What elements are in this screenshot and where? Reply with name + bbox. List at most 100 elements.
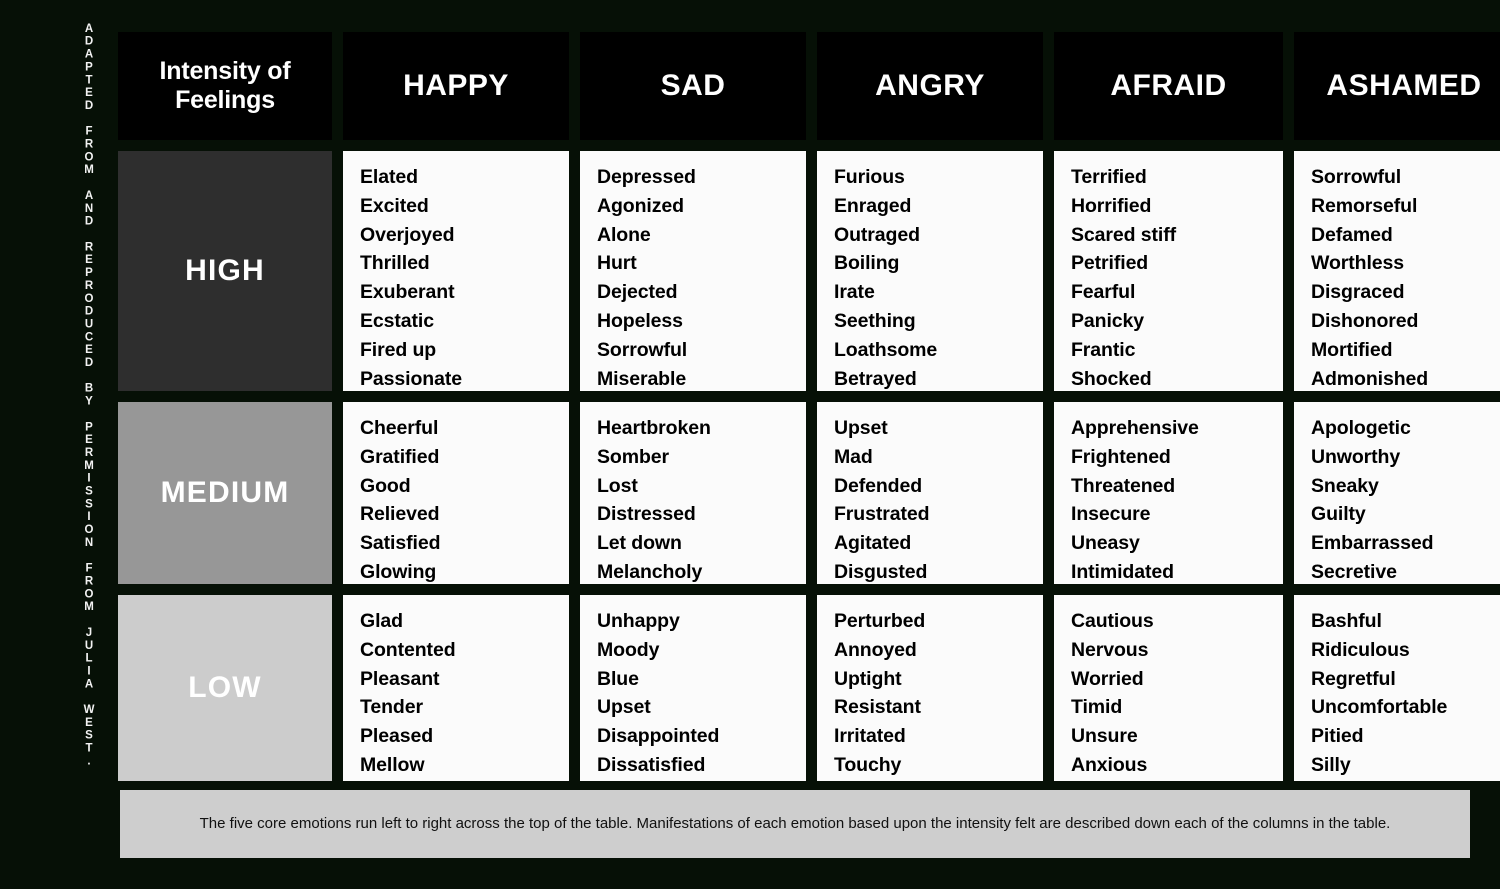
feeling-word: Uncomfortable xyxy=(1311,696,1448,719)
feeling-word: Worried xyxy=(1071,667,1144,690)
feeling-word: Passionate xyxy=(360,367,462,390)
feeling-word: Melancholy xyxy=(597,560,703,583)
cell-high-angry: Furious Enraged Outraged Boiling Irate Seethi… xyxy=(817,151,1043,391)
word-list-high-happy: Elated Excited Overjoyed Thrilled Exuberant E… xyxy=(360,163,569,393)
feeling-word: Secretive xyxy=(1311,560,1397,583)
column-header-ashamed-label: ASHAMED xyxy=(1326,69,1482,102)
feeling-word: Glad xyxy=(360,610,403,632)
cell-low-angry: Perturbed Annoyed Uptight Resistant Irritate… xyxy=(817,595,1043,781)
feeling-word: Somber xyxy=(597,445,670,468)
credit-text: ADAPTED FROM AND REPRODUCED BY PERMISSIO… xyxy=(83,22,95,769)
cell-medium-angry: Upset Mad Defended Frustrated Agitated Disgus… xyxy=(817,402,1043,584)
corner-header-line2: Feelings xyxy=(175,86,275,114)
feeling-word: Silly xyxy=(1311,753,1351,776)
intensity-label-low: LOW xyxy=(118,595,332,781)
word-list-high-ashamed: Sorrowful Remorseful Defamed Worthless Disgr… xyxy=(1311,163,1500,393)
corner-header-label: Intensity of Feelings xyxy=(160,57,291,115)
word-list-low-angry: Perturbed Annoyed Uptight Resistant Irritate… xyxy=(834,607,1043,780)
feeling-word: Horrified xyxy=(1071,194,1152,217)
word-list-medium-afraid: Apprehensive Frightened Threatened Insecure… xyxy=(1071,414,1283,587)
feeling-word: Hopeless xyxy=(597,309,683,332)
feeling-word: Heartbroken xyxy=(597,417,711,439)
word-list-medium-happy: Cheerful Gratified Good Relieved Satisfied Gl… xyxy=(360,414,569,587)
feeling-word: Pleasant xyxy=(360,667,440,690)
cell-low-ashamed: Bashful Ridiculous Regretful Uncomfortable P… xyxy=(1294,595,1500,781)
feeling-word: Embarrassed xyxy=(1311,532,1434,555)
feeling-word: Timid xyxy=(1071,696,1123,719)
feeling-word: Guilty xyxy=(1311,503,1366,526)
feeling-word: Unsure xyxy=(1071,725,1138,748)
word-list-low-ashamed: Bashful Ridiculous Regretful Uncomfortable P… xyxy=(1311,607,1500,780)
feeling-word: Cautious xyxy=(1071,610,1154,632)
feeling-word: Anxious xyxy=(1071,753,1148,776)
feeling-word: Annoyed xyxy=(834,638,917,661)
word-list-high-angry: Furious Enraged Outraged Boiling Irate Seethi… xyxy=(834,163,1043,393)
column-header-ashamed: ASHAMED xyxy=(1294,32,1500,140)
feeling-word: Agonized xyxy=(597,194,684,217)
cell-low-sad: Unhappy Moody Blue Upset Disappointed Dissati… xyxy=(580,595,806,781)
feeling-word: Touchy xyxy=(834,753,902,776)
feeling-word: Elated xyxy=(360,166,418,188)
feeling-word: Upset xyxy=(834,417,888,439)
feeling-word: Panicky xyxy=(1071,309,1145,332)
cell-low-happy: Glad Contented Pleasant Tender Pleased Mellow xyxy=(343,595,569,781)
feeling-word: Alone xyxy=(597,223,651,246)
feeling-word: Regretful xyxy=(1311,667,1396,690)
feeling-word: Seething xyxy=(834,309,916,332)
feeling-word: Mad xyxy=(834,445,873,468)
cell-high-sad: Depressed Agonized Alone Hurt Dejected Hopele… xyxy=(580,151,806,391)
feeling-word: Resistant xyxy=(834,696,921,719)
credit-strip: ADAPTED FROM AND REPRODUCED BY PERMISSIO… xyxy=(76,23,102,768)
feeling-word: Good xyxy=(360,474,411,497)
feeling-word: Dejected xyxy=(597,281,678,304)
feeling-word: Intimidated xyxy=(1071,560,1174,583)
table-corner-header: Intensity of Feelings xyxy=(118,32,332,140)
feeling-word: Scared stiff xyxy=(1071,223,1177,246)
cell-medium-afraid: Apprehensive Frightened Threatened Insecure… xyxy=(1054,402,1283,584)
cell-high-afraid: Terrified Horrified Scared stiff Petrified F… xyxy=(1054,151,1283,391)
feeling-word: Outraged xyxy=(834,223,920,246)
feeling-word: Nervous xyxy=(1071,638,1149,661)
column-header-angry-label: ANGRY xyxy=(875,69,985,102)
cell-medium-ashamed: Apologetic Unworthy Sneaky Guilty Embarrasse… xyxy=(1294,402,1500,584)
feeling-word: Contented xyxy=(360,638,456,661)
table-caption-bar: The five core emotions run left to right… xyxy=(120,790,1470,858)
feeling-word: Betrayed xyxy=(834,367,917,390)
feeling-word: Pitied xyxy=(1311,725,1364,748)
feeling-word: Mellow xyxy=(360,753,425,776)
column-header-happy-label: HAPPY xyxy=(403,69,509,102)
feeling-word: Fired up xyxy=(360,338,437,361)
word-list-medium-ashamed: Apologetic Unworthy Sneaky Guilty Embarrasse… xyxy=(1311,414,1500,587)
feeling-word: Irate xyxy=(834,281,875,304)
table-caption-text: The five core emotions run left to right… xyxy=(199,815,1391,833)
feeling-word: Dishonored xyxy=(1311,309,1419,332)
feeling-word: Miserable xyxy=(597,367,687,390)
feeling-word: Distressed xyxy=(597,503,696,526)
feeling-word: Irritated xyxy=(834,725,906,748)
word-list-high-afraid: Terrified Horrified Scared stiff Petrified F… xyxy=(1071,163,1283,393)
intensity-of-feelings-table: Intensity of Feelings HAPPY SAD ANGRY AF… xyxy=(118,32,1500,781)
feeling-word: Gratified xyxy=(360,445,440,468)
feeling-word: Depressed xyxy=(597,166,696,188)
feeling-word: Sorrowful xyxy=(597,338,688,361)
intensity-label-high: HIGH xyxy=(118,151,332,391)
word-list-low-happy: Glad Contented Pleasant Tender Pleased Mellow xyxy=(360,607,569,780)
feeling-word: Agitated xyxy=(834,532,912,555)
feeling-word: Glowing xyxy=(360,560,437,583)
cell-medium-happy: Cheerful Gratified Good Relieved Satisfied Gl… xyxy=(343,402,569,584)
feeling-word: Sorrowful xyxy=(1311,166,1402,188)
feeling-word: Satisfied xyxy=(360,532,441,555)
feeling-word: Blue xyxy=(597,667,639,690)
feeling-word: Disgraced xyxy=(1311,281,1405,304)
feeling-word: Terrified xyxy=(1071,166,1147,188)
cell-high-ashamed: Sorrowful Remorseful Defamed Worthless Disgr… xyxy=(1294,151,1500,391)
feeling-word: Threatened xyxy=(1071,474,1176,497)
word-list-low-sad: Unhappy Moody Blue Upset Disappointed Dissati… xyxy=(597,607,806,780)
feeling-word: Ecstatic xyxy=(360,309,434,332)
cell-medium-sad: Heartbroken Somber Lost Distressed Let down M… xyxy=(580,402,806,584)
feeling-word: Defamed xyxy=(1311,223,1393,246)
feeling-word: Petrified xyxy=(1071,252,1149,275)
feeling-word: Frightened xyxy=(1071,445,1171,468)
feeling-word: Enraged xyxy=(834,194,912,217)
column-header-happy: HAPPY xyxy=(343,32,569,140)
